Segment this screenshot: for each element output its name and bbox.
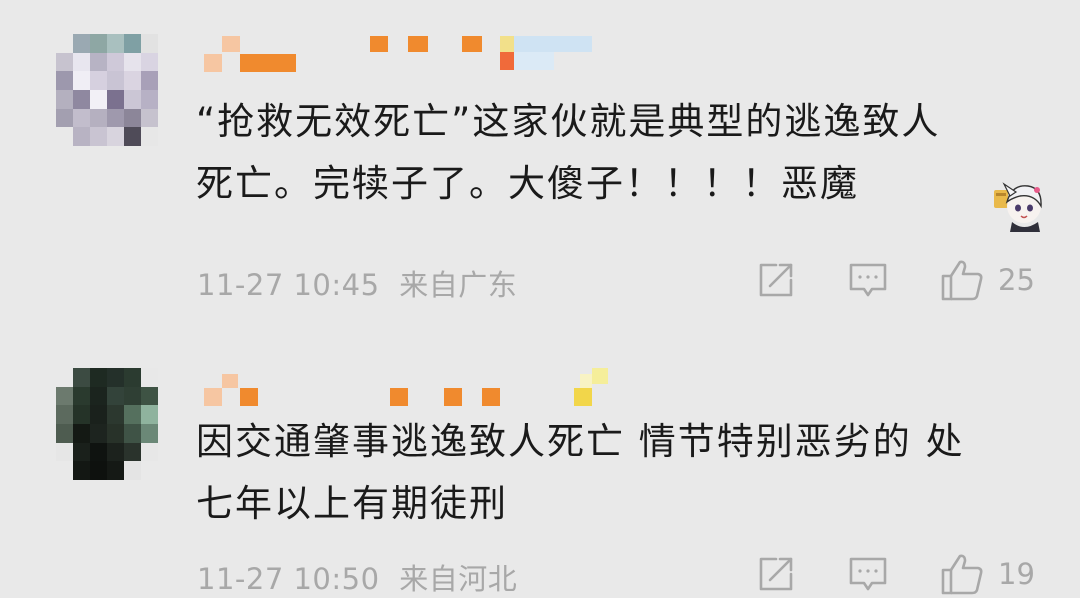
share-button[interactable] <box>756 258 796 302</box>
reply-button[interactable] <box>848 552 888 596</box>
comment-meta: 11-27 10:45 来自广东 <box>197 262 517 304</box>
avatar[interactable] <box>56 34 158 146</box>
comment-actions: 19 <box>752 552 1052 596</box>
comment-text: “抢救无效死亡”这家伙就是典型的逃逸致人 死亡。完犊子了。大傻子！！！！恶魔 <box>196 91 1026 215</box>
thumbs-up-icon <box>940 258 984 302</box>
timestamp: 11-27 10:45 <box>197 268 380 302</box>
comment-icon <box>848 260 888 300</box>
like-button[interactable]: 25 <box>940 258 1035 302</box>
share-button[interactable] <box>756 552 796 596</box>
location: 来自河北 <box>399 562 518 596</box>
timestamp: 11-27 10:50 <box>197 562 380 596</box>
comment-item: “抢救无效死亡”这家伙就是典型的逃逸致人 死亡。完犊子了。大傻子！！！！恶魔 1… <box>0 0 1080 320</box>
anime-girl-sticker <box>990 176 1056 234</box>
comment-text-line: 因交通肇事逃逸致人死亡 情节特别恶劣的 处 <box>196 420 965 463</box>
comment-meta: 11-27 10:50 来自河北 <box>197 556 517 598</box>
avatar[interactable] <box>56 368 158 480</box>
share-icon <box>756 260 796 300</box>
like-button[interactable]: 19 <box>940 552 1035 596</box>
comment-item: 因交通肇事逃逸致人死亡 情节特别恶劣的 处 七年以上有期徒刑 11-27 10:… <box>0 320 1080 596</box>
username-censored[interactable] <box>200 36 620 72</box>
comment-actions: 25 <box>752 258 1052 302</box>
comment-text-line: 死亡。完犊子了。大傻子！！！！恶魔 <box>196 162 859 205</box>
comment-text-line: “抢救无效死亡”这家伙就是典型的逃逸致人 <box>196 100 941 143</box>
thumbs-up-icon <box>940 552 984 596</box>
comment-icon <box>848 554 888 594</box>
like-count: 25 <box>998 263 1035 297</box>
reply-button[interactable] <box>848 258 888 302</box>
username-censored[interactable] <box>200 368 620 406</box>
comment-text: 因交通肇事逃逸致人死亡 情节特别恶劣的 处 七年以上有期徒刑 <box>196 411 1026 535</box>
comment-text-line: 七年以上有期徒刑 <box>196 482 508 525</box>
location: 来自广东 <box>399 268 518 302</box>
share-icon <box>756 554 796 594</box>
like-count: 19 <box>998 557 1035 591</box>
